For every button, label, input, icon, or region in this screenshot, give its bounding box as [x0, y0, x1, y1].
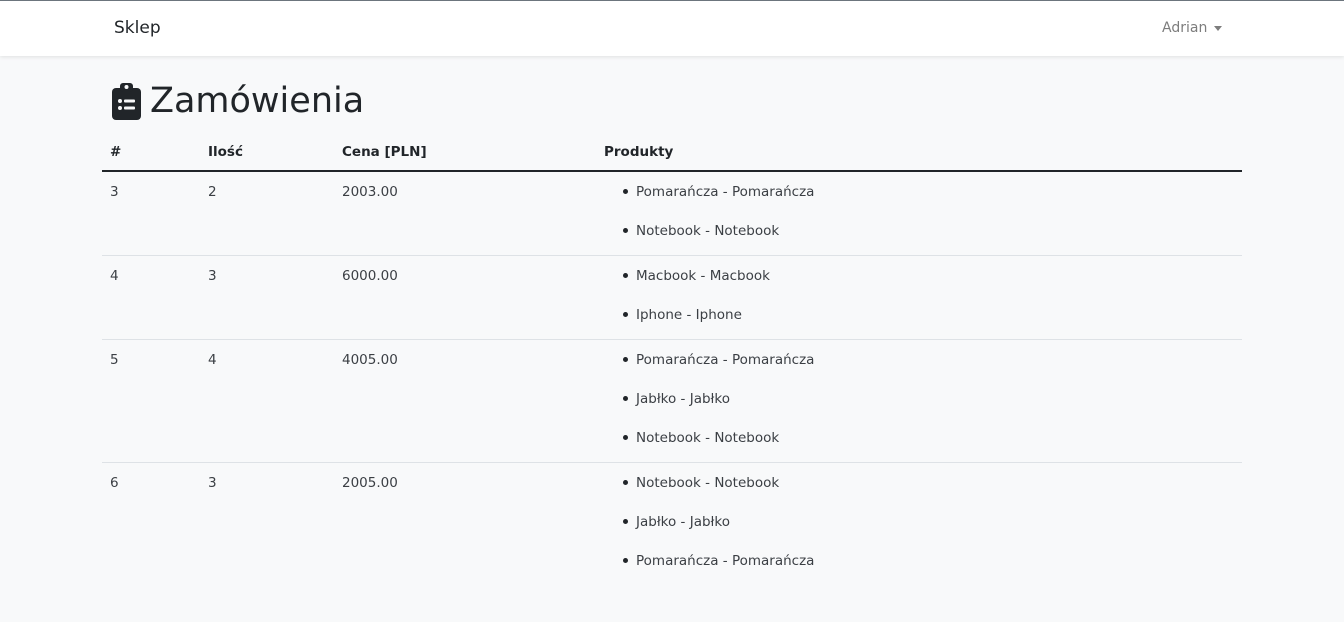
- header-quantity: Ilość: [200, 134, 334, 172]
- product-item: Pomarańcza - Pomarańcza: [623, 352, 1234, 391]
- table-row: 6 3 2005.00 Notebook - Notebook Jabłko -…: [102, 463, 1242, 586]
- table-row: 4 3 6000.00 Macbook - Macbook Iphone - I…: [102, 255, 1242, 340]
- order-quantity: 3: [208, 475, 217, 491]
- page-title: Zamówienia: [150, 81, 365, 121]
- product-item: Pomarańcza - Pomarańcza: [623, 553, 1234, 585]
- product-list: Pomarańcza - Pomarańcza Jabłko - Jabłko …: [604, 352, 1234, 462]
- order-price: 4005.00: [334, 339, 596, 463]
- order-id: 6: [110, 475, 119, 491]
- caret-down-icon: [1214, 25, 1223, 31]
- product-list: Pomarańcza - Pomarańcza Notebook - Noteb…: [604, 184, 1234, 255]
- product-item: Notebook - Notebook: [623, 475, 1234, 514]
- order-quantity: 4: [200, 339, 334, 463]
- order-price: 6000.00: [334, 255, 596, 340]
- order-products: Pomarańcza - Pomarańcza Notebook - Noteb…: [596, 171, 1242, 256]
- header-id: #: [102, 134, 200, 172]
- header-products: Produkty: [596, 134, 1242, 172]
- brand-link[interactable]: Sklep: [114, 18, 161, 38]
- clipboard-list-icon: [112, 83, 141, 120]
- product-list: Notebook - Notebook Jabłko - Jabłko Poma…: [604, 475, 1234, 585]
- order-quantity: 2: [200, 171, 334, 256]
- product-item: Jabłko - Jabłko: [623, 391, 1234, 430]
- product-item: Macbook - Macbook: [623, 268, 1234, 307]
- page-header: Zamówienia: [112, 80, 364, 122]
- user-dropdown[interactable]: Adrian: [1162, 20, 1223, 36]
- table-row: 3 2 2003.00 Pomarańcza - Pomarańcza Note…: [102, 171, 1242, 256]
- product-item: Jabłko - Jabłko: [623, 514, 1234, 553]
- order-price: 2005.00: [342, 475, 398, 491]
- order-id: 4: [102, 255, 200, 340]
- table-row: 5 4 4005.00 Pomarańcza - Pomarańcza Jabł…: [102, 339, 1242, 463]
- order-products: Notebook - Notebook Jabłko - Jabłko Poma…: [596, 463, 1242, 586]
- order-quantity: 3: [200, 255, 334, 340]
- product-item: Pomarańcza - Pomarańcza: [623, 184, 1234, 223]
- product-item: Notebook - Notebook: [623, 223, 1234, 255]
- user-name: Adrian: [1162, 20, 1208, 36]
- header-price: Cena [PLN]: [334, 134, 596, 172]
- order-id: 5: [102, 339, 200, 463]
- orders-table: # Ilość Cena [PLN] Produkty 3 2 2003.00 …: [102, 134, 1242, 585]
- order-price: 2003.00: [334, 171, 596, 256]
- product-item: Iphone - Iphone: [623, 307, 1234, 339]
- top-navbar: Sklep Adrian: [0, 0, 1344, 56]
- table-header-row: # Ilość Cena [PLN] Produkty: [102, 134, 1242, 172]
- product-item: Notebook - Notebook: [623, 430, 1234, 462]
- order-products: Macbook - Macbook Iphone - Iphone: [596, 255, 1242, 340]
- order-id: 3: [102, 171, 200, 256]
- product-list: Macbook - Macbook Iphone - Iphone: [604, 268, 1234, 339]
- order-products: Pomarańcza - Pomarańcza Jabłko - Jabłko …: [596, 339, 1242, 463]
